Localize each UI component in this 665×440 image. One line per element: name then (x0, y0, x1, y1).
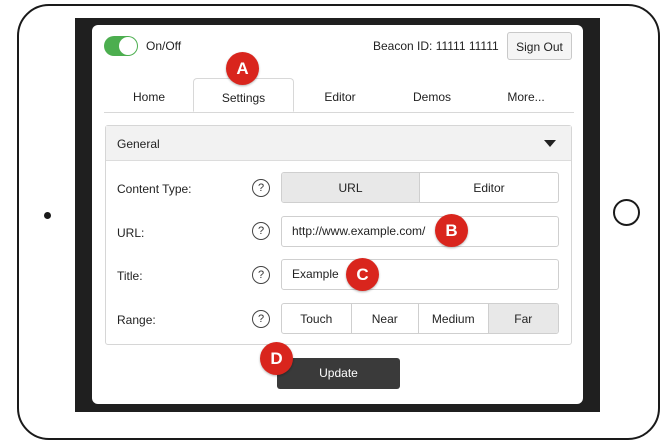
title-label: Title: (117, 269, 143, 283)
callout-d: D (260, 342, 293, 375)
tab-more[interactable]: More... (478, 78, 574, 112)
panel-title: General (117, 137, 160, 151)
content-type-selector: URL Editor (281, 172, 559, 203)
title-input[interactable]: Example (281, 259, 559, 290)
range-far-button[interactable]: Far (488, 304, 558, 333)
help-icon[interactable]: ? (252, 179, 270, 197)
range-near-button[interactable]: Near (352, 304, 420, 333)
toggle-knob (119, 37, 137, 55)
caret-down-icon[interactable] (544, 140, 556, 147)
range-medium-button[interactable]: Medium (419, 304, 489, 333)
help-icon[interactable]: ? (252, 266, 270, 284)
tab-editor[interactable]: Editor (294, 78, 386, 112)
sign-out-button[interactable]: Sign Out (507, 32, 572, 60)
range-selector: Touch Near Medium Far (281, 303, 559, 334)
url-label: URL: (117, 226, 145, 240)
range-label: Range: (117, 313, 156, 327)
toggle-label: On/Off (146, 39, 182, 53)
on-off-toggle[interactable] (104, 36, 138, 56)
home-button[interactable] (613, 199, 640, 226)
range-touch-button[interactable]: Touch (282, 304, 352, 333)
camera-dot (44, 212, 51, 219)
tab-home[interactable]: Home (104, 78, 194, 112)
callout-a: A (226, 52, 259, 85)
tab-demos[interactable]: Demos (386, 78, 478, 112)
callout-b: B (435, 214, 468, 247)
url-input[interactable]: http://www.example.com/ (281, 216, 559, 247)
beacon-id: Beacon ID: 11111 11111 (373, 39, 499, 53)
content-type-label: Content Type: (117, 182, 192, 196)
help-icon[interactable]: ? (252, 310, 270, 328)
content-type-url-button[interactable]: URL (282, 173, 420, 202)
callout-c: C (346, 258, 379, 291)
content-type-editor-button[interactable]: Editor (420, 173, 558, 202)
update-button[interactable]: Update (277, 358, 400, 389)
help-icon[interactable]: ? (252, 222, 270, 240)
tab-bar: Home Settings Editor Demos More... (104, 78, 574, 113)
panel-header[interactable] (106, 126, 571, 161)
